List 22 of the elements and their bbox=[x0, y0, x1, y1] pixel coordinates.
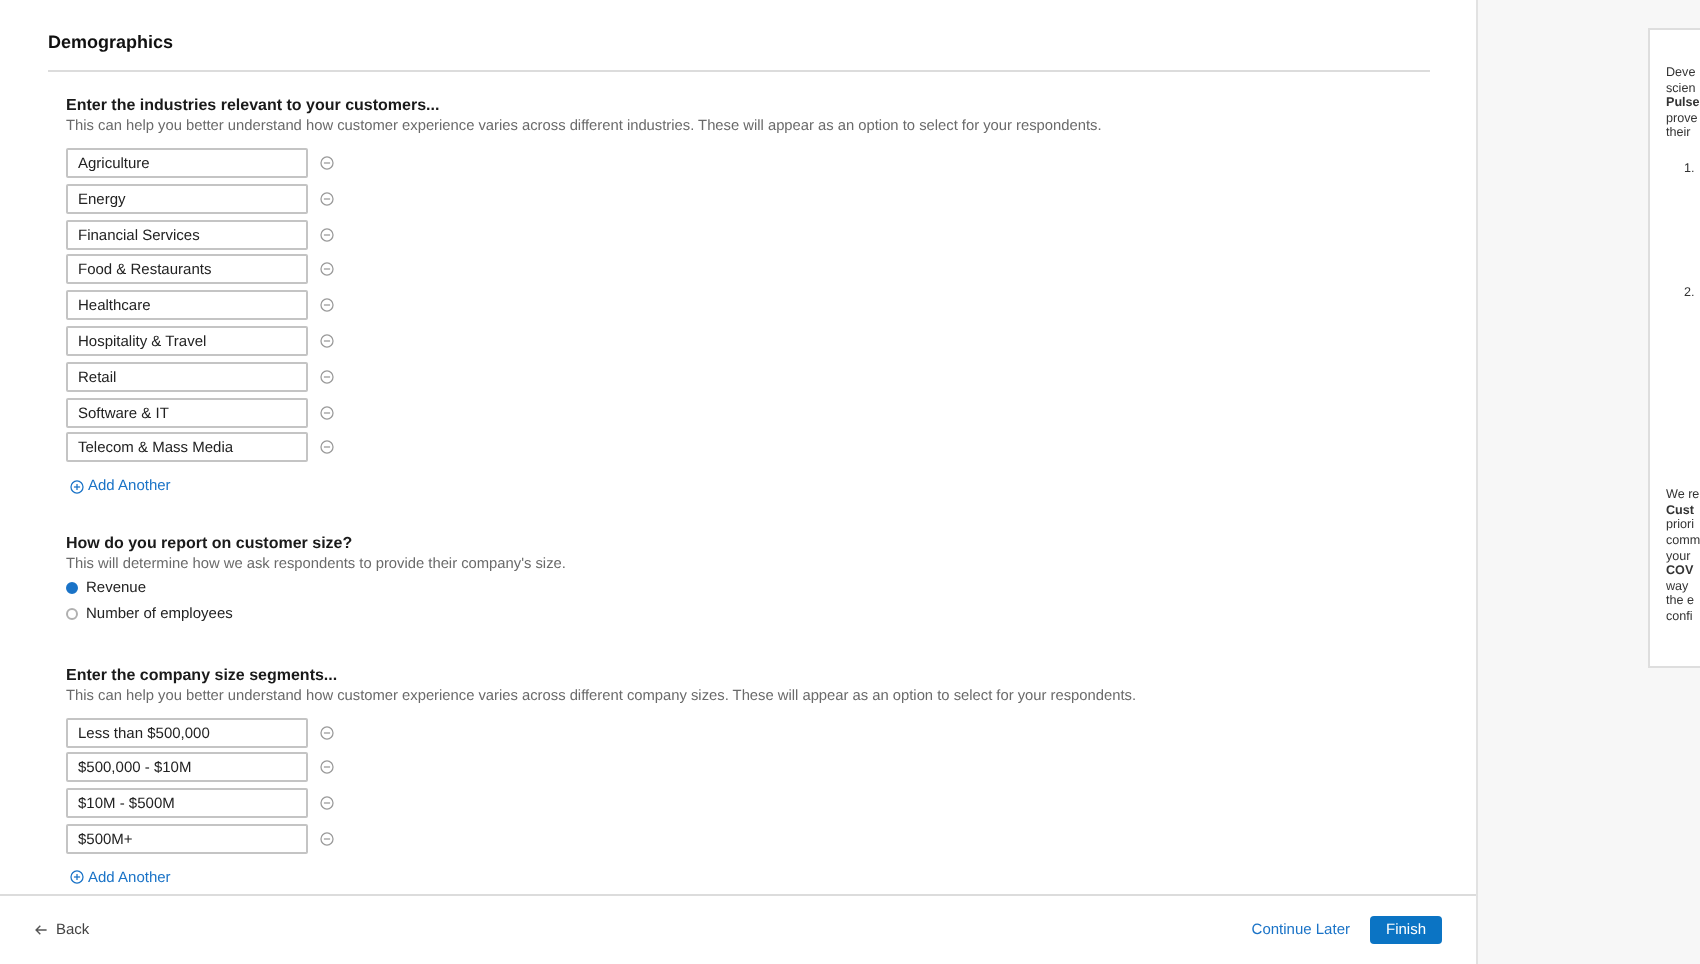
remove-icon[interactable] bbox=[320, 440, 334, 455]
remove-icon[interactable] bbox=[320, 262, 334, 277]
remove-icon[interactable] bbox=[320, 796, 334, 811]
remove-icon[interactable] bbox=[320, 298, 334, 313]
add-icon bbox=[70, 870, 84, 885]
remove-icon[interactable] bbox=[320, 760, 334, 775]
remove-icon[interactable] bbox=[320, 725, 334, 740]
back-arrow-icon bbox=[34, 924, 48, 936]
section-heading: Demographics bbox=[48, 32, 174, 52]
radio-button[interactable] bbox=[66, 581, 78, 594]
question-title: Enter the company size segments... bbox=[66, 665, 340, 686]
question-title: How do you report on customer size? bbox=[66, 533, 355, 554]
remove-icon[interactable] bbox=[320, 369, 334, 384]
remove-icon[interactable] bbox=[320, 405, 334, 420]
remove-icon[interactable] bbox=[320, 832, 334, 847]
remove-icon[interactable] bbox=[320, 227, 334, 242]
radio-button[interactable] bbox=[66, 607, 78, 620]
remove-icon[interactable] bbox=[320, 156, 334, 170]
remove-icon[interactable] bbox=[320, 191, 334, 206]
remove-icon[interactable] bbox=[320, 333, 334, 348]
question-title: Enter the industries relevant to your customers... bbox=[66, 96, 442, 116]
add-icon bbox=[70, 479, 84, 493]
